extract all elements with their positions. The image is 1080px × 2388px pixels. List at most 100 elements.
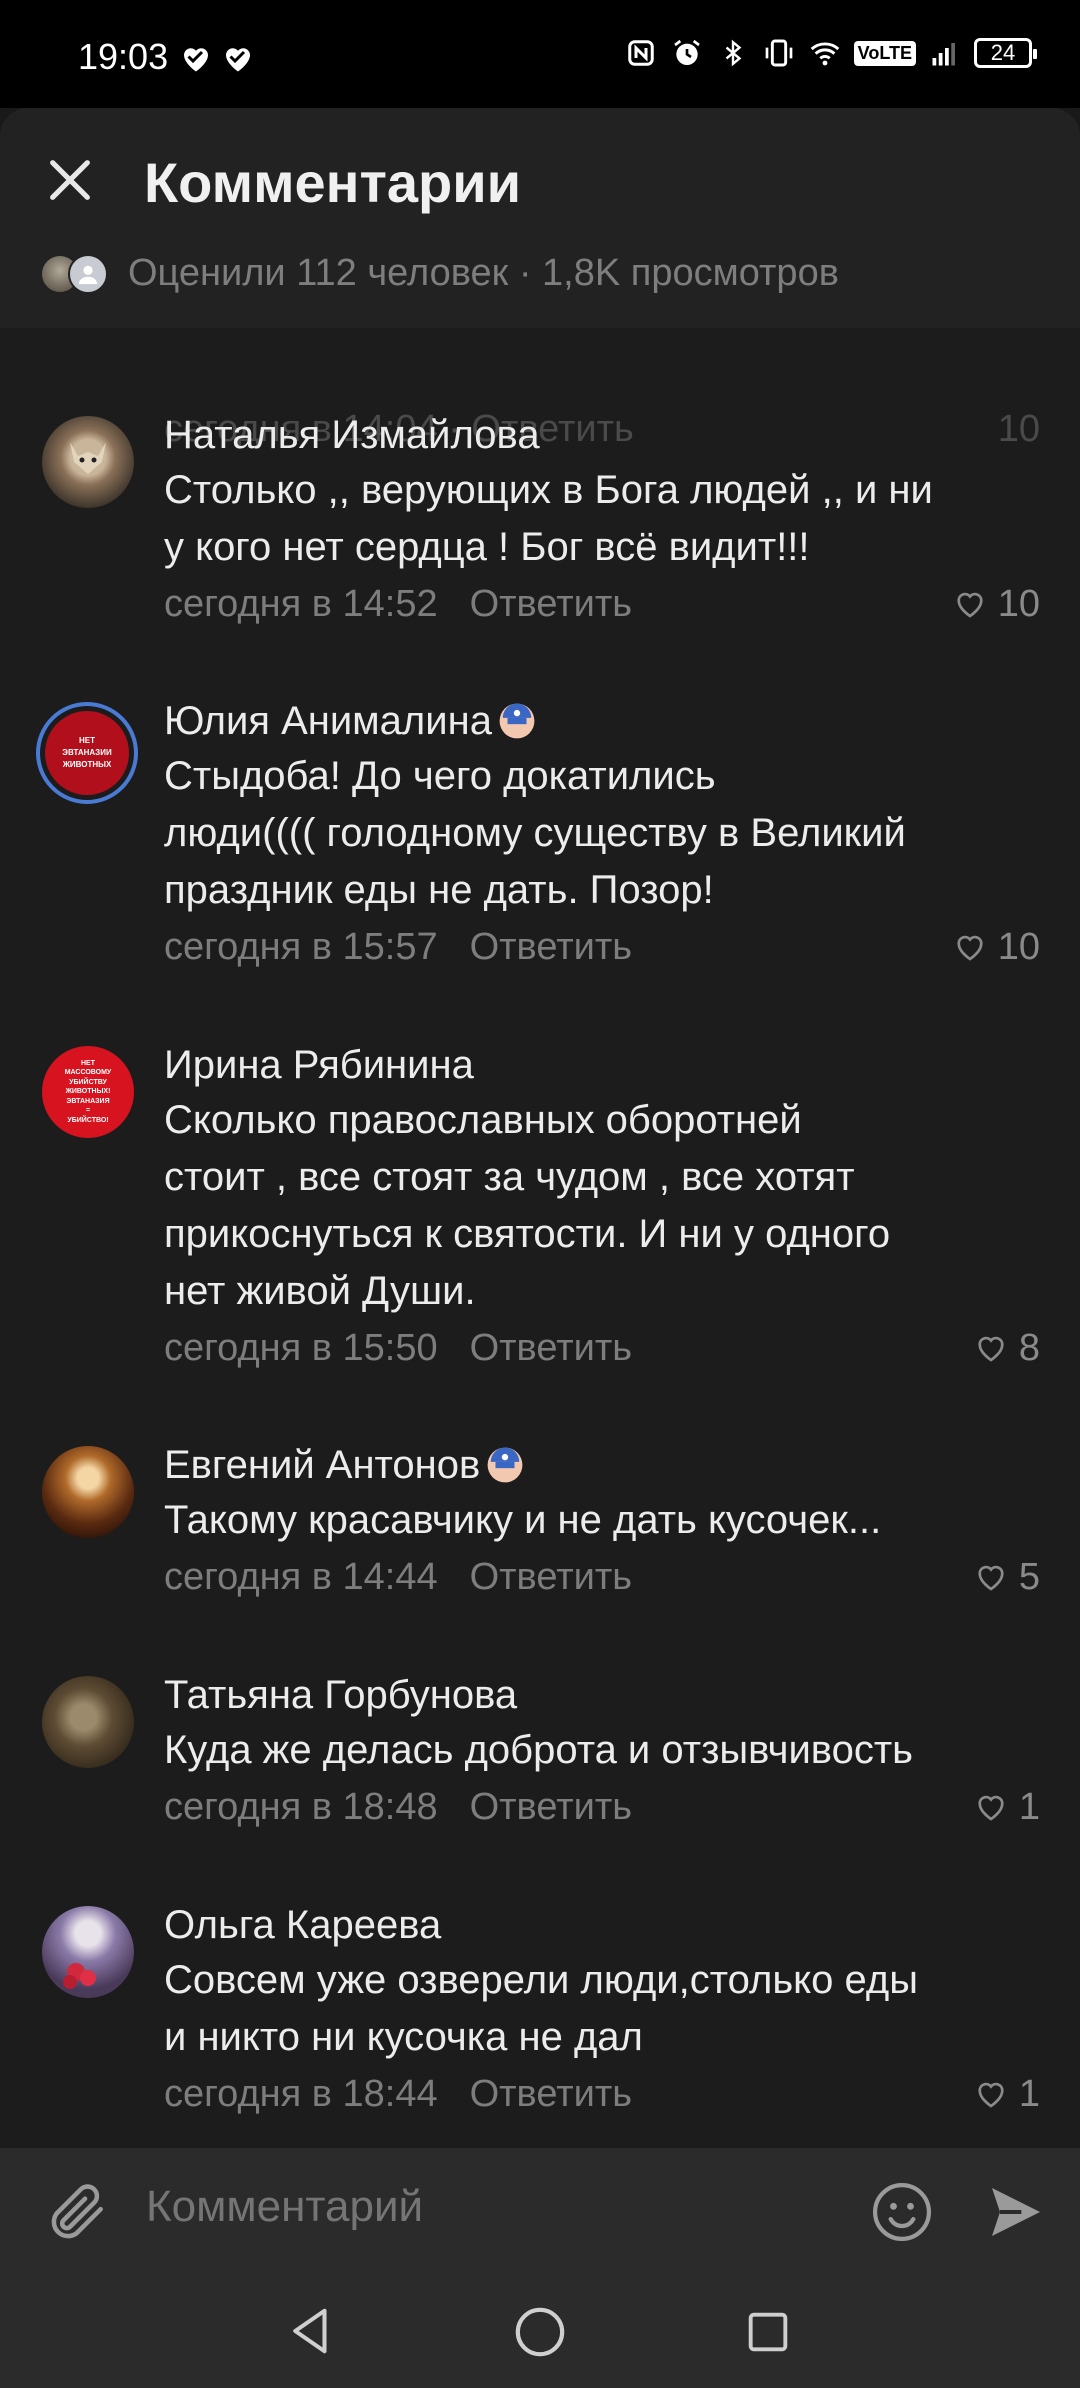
heart-icon <box>978 1795 1004 1821</box>
comment-time: сегодня в 14:52 <box>164 583 438 625</box>
heart-notification-icon <box>184 48 208 72</box>
comment-text-line: нет живой Души. <box>164 1269 476 1313</box>
author-name-text: Ирина Рябинина <box>164 1043 474 1087</box>
close-button[interactable] <box>44 154 96 206</box>
like-button[interactable]: 10 <box>952 919 1040 975</box>
attach-button[interactable] <box>44 2178 112 2246</box>
comment-text-line: и никто ни кусочка не дал <box>164 2015 643 2059</box>
bluetooth-icon <box>716 34 750 72</box>
comment-text-line: люди(((( голодному существу в Великий <box>164 811 906 855</box>
comment-meta: сегодня в 18:48 Ответить 1 <box>164 1779 1040 1835</box>
author-name[interactable]: Ирина Рябинина <box>164 1038 1040 1092</box>
comment-body: Евгений Антонов Такому красавчику и не д… <box>164 1438 1040 1605</box>
author-name[interactable]: Наталья Измайлова <box>164 408 1040 462</box>
comment-meta: сегодня в 15:50 Ответить 8 <box>164 1320 1040 1376</box>
nfc-icon <box>624 34 658 72</box>
avatar-text: УБИЙСТВО! <box>67 1116 109 1124</box>
author-name-text: Юлия Анималина <box>164 699 492 743</box>
verified-badge-icon <box>487 1447 523 1483</box>
nav-home-button[interactable] <box>512 2304 568 2360</box>
comments-header: Комментарии Оценили 112 человек · 1,8K п… <box>0 108 1080 328</box>
avatar[interactable]: НЕТ ЭВТАНАЗИИ ЖИВОТНЫХ <box>36 702 138 804</box>
comment-meta: сегодня в 18:44 Ответить 1 <box>164 2066 1040 2122</box>
author-name[interactable]: Евгений Антонов <box>164 1438 1040 1492</box>
comment-text-line: у кого нет сердца ! Бог всё видит!!! <box>164 525 810 569</box>
comment-text-line: Совсем уже озверели люди,столько еды <box>164 1958 918 2002</box>
nav-recents-button[interactable] <box>742 2306 794 2358</box>
comment-body: Ольга Кареева Совсем уже озверели люди,с… <box>164 1898 1040 2122</box>
rated-summary[interactable]: Оценили 112 человек · 1,8K просмотров <box>40 252 839 295</box>
comment-body: Юлия Анималина Стыдоба! До чего докатили… <box>164 694 1040 975</box>
signal-icon <box>928 34 962 72</box>
like-count: 8 <box>1018 1327 1040 1369</box>
avatar-text: УБИЙСТВУ <box>69 1078 107 1086</box>
send-icon <box>992 2188 1040 2236</box>
reply-button[interactable]: Ответить <box>470 919 632 975</box>
avatar[interactable] <box>42 416 134 508</box>
avatar[interactable] <box>42 1906 134 1998</box>
comment-text-line: прикоснуться к святости. И ни у одного <box>164 1212 891 1256</box>
comment-text-line: праздник еды не дать. Позор! <box>164 868 714 912</box>
author-name[interactable]: Юлия Анималина <box>164 694 1040 748</box>
comment-body: Ирина Рябинина Сколько православных обор… <box>164 1038 1040 1376</box>
like-count: 10 <box>997 926 1040 968</box>
status-notification-icons <box>178 40 256 76</box>
user-icon <box>78 265 98 284</box>
avatar-text: МАССОВОМУ <box>64 1069 112 1077</box>
reply-button[interactable]: Ответить <box>470 1779 632 1835</box>
comment-text-line: Такому красавчику и не дать кусочек... <box>164 1498 882 1542</box>
battery-level: 24 <box>990 40 1016 65</box>
smiley-icon <box>872 2182 932 2242</box>
heart-notification-icon-2 <box>226 48 250 72</box>
comment-text-line: Столько ,, верующих в Бога людей ,, и ни <box>164 468 933 512</box>
reactor-avatar-placeholder <box>68 253 108 294</box>
avatar[interactable] <box>42 1676 134 1768</box>
send-button[interactable] <box>984 2180 1048 2244</box>
like-count: 5 <box>1018 1556 1040 1598</box>
comment-body: Наталья Измайлова Столько ,, верующих в … <box>164 408 1040 632</box>
like-button[interactable]: 8 <box>973 1320 1040 1376</box>
author-name-text: Наталья Измайлова <box>164 413 540 457</box>
heart-icon <box>957 935 983 961</box>
comment-time: сегодня в 14:44 <box>164 1556 438 1598</box>
like-button[interactable]: 1 <box>973 1779 1040 1835</box>
nav-back-button[interactable] <box>284 2304 338 2358</box>
like-button[interactable]: 10 <box>952 576 1040 632</box>
status-bar: 19:03 VoLTE 24 <box>0 0 1080 108</box>
status-system-icons: VoLTE 24 <box>624 34 1037 72</box>
like-button[interactable]: 1 <box>973 2066 1040 2122</box>
reply-button[interactable]: Ответить <box>470 1320 632 1376</box>
comment-text-line: Стыдоба! До чего докатились <box>164 754 716 798</box>
comment-meta: сегодня в 14:44 Ответить 5 <box>164 1549 1040 1605</box>
comment-input[interactable] <box>146 2182 846 2232</box>
reply-button[interactable]: Ответить <box>470 2066 632 2122</box>
comment-text-line: Сколько православных оборотней <box>164 1098 802 1142</box>
avatar[interactable] <box>42 1446 134 1538</box>
author-name[interactable]: Ольга Кареева <box>164 1898 1040 1952</box>
paperclip-icon <box>51 2184 103 2239</box>
comment-meta: сегодня в 15:57 Ответить 10 <box>164 919 1040 975</box>
avatar-text: НЕТ <box>81 1059 95 1067</box>
vibrate-icon <box>762 34 796 72</box>
comments-sheet: Комментарии Оценили 112 человек · 1,8K п… <box>0 108 1080 2148</box>
avatar-text: ЭВТАНАЗИЯ <box>66 1097 110 1105</box>
avatar-text: ЖИВОТНЫХ! <box>65 1088 111 1096</box>
system-navigation-bar <box>0 2276 1080 2388</box>
emoji-button[interactable] <box>868 2178 936 2246</box>
avatar[interactable]: НЕТ МАССОВОМУ УБИЙСТВУ ЖИВОТНЫХ! ЭВТАНАЗ… <box>42 1046 134 1138</box>
wifi-icon <box>808 34 842 72</box>
like-button[interactable]: 5 <box>973 1549 1040 1605</box>
author-name-text: Евгений Антонов <box>164 1443 481 1487</box>
reply-button[interactable]: Ответить <box>470 1549 632 1605</box>
avatar-text: ЖИВОТНЫХ <box>62 760 112 769</box>
comment-time: сегодня в 15:50 <box>164 1327 438 1369</box>
alarm-icon <box>670 34 704 72</box>
reply-button[interactable]: Ответить <box>470 576 632 632</box>
author-name[interactable]: Татьяна Горбунова <box>164 1668 1040 1722</box>
comment-meta: сегодня в 14:52 Ответить 10 <box>164 576 1040 632</box>
comment-text-line: Куда же делась доброта и отзывчивость <box>164 1728 914 1772</box>
author-name-text: Татьяна Горбунова <box>164 1673 518 1717</box>
volte-badge: VoLTE <box>853 40 916 66</box>
comment-time: сегодня в 15:57 <box>164 926 438 968</box>
comment-time: сегодня в 18:44 <box>164 2073 438 2115</box>
